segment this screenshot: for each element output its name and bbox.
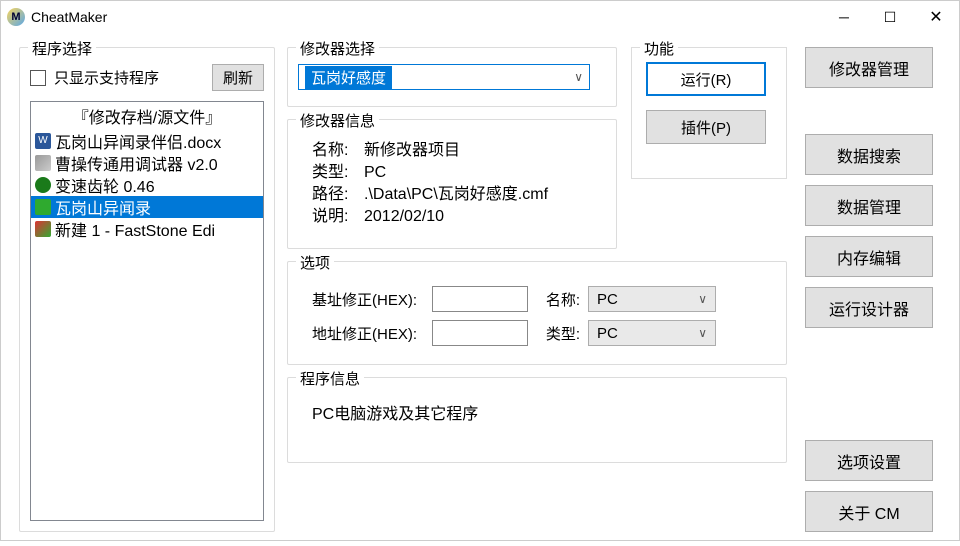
program-info-group: 程序信息 PC电脑游戏及其它程序	[287, 377, 787, 463]
type-dropdown-value: PC	[597, 325, 618, 342]
opt-type-label: 类型:	[536, 323, 580, 344]
data-search-button[interactable]: 数据搜索	[805, 134, 933, 175]
run-designer-button[interactable]: 运行设计器	[805, 287, 933, 328]
info-path-value: .\Data\PC\瓦岗好感度.cmf	[364, 184, 548, 206]
program-select-group: 程序选择 只显示支持程序 刷新 『修改存档/源文件』 W 瓦岗山异闻录伴侣.do…	[19, 47, 275, 532]
titlebar: M CheatMaker ─ ☐ ✕	[1, 1, 959, 33]
show-supported-checkbox[interactable]	[30, 70, 46, 86]
word-icon: W	[35, 133, 51, 149]
name-dropdown-value: PC	[597, 291, 618, 308]
list-item-label: 变速齿轮 0.46	[55, 174, 155, 196]
opt-name-label: 名称:	[536, 289, 580, 310]
maximize-button[interactable]: ☐	[867, 1, 913, 33]
show-supported-label: 只显示支持程序	[54, 67, 159, 88]
gear-icon	[35, 177, 51, 193]
addr-fix-label: 地址修正(HEX):	[298, 323, 424, 344]
close-button[interactable]: ✕	[913, 1, 959, 33]
list-item[interactable]: 变速齿轮 0.46	[31, 174, 263, 196]
list-header: 『修改存档/源文件』	[31, 102, 263, 130]
list-item-label: 瓦岗山异闻录	[55, 196, 151, 218]
option-settings-button[interactable]: 选项设置	[805, 440, 933, 481]
type-dropdown[interactable]: PC ∨	[588, 320, 716, 346]
options-group: 选项 基址修正(HEX): 名称: PC ∨ 地址修正(HEX): 类型: PC	[287, 261, 787, 365]
run-button[interactable]: 运行(R)	[646, 62, 766, 96]
info-path-label: 路径:	[312, 184, 364, 206]
app-window: M CheatMaker ─ ☐ ✕ 程序选择 只显示支持程序 刷新 『修改存档…	[0, 0, 960, 541]
base-fix-input[interactable]	[432, 286, 528, 312]
tools-icon	[35, 155, 51, 171]
modifier-info-group: 修改器信息 名称:新修改器项目 类型:PC 路径:.\Data\PC\瓦岗好感度…	[287, 119, 617, 249]
info-desc-label: 说明:	[312, 206, 364, 228]
modifier-manager-button[interactable]: 修改器管理	[805, 47, 933, 88]
modifier-combo-value: 瓦岗好感度	[305, 66, 392, 89]
data-manage-button[interactable]: 数据管理	[805, 185, 933, 226]
functions-legend: 功能	[640, 38, 678, 59]
faststone-icon	[35, 221, 51, 237]
list-item-label: 曹操传通用调试器 v2.0	[55, 152, 218, 174]
chevron-down-icon: ∨	[698, 292, 707, 306]
list-item[interactable]: 曹操传通用调试器 v2.0	[31, 152, 263, 174]
memory-edit-button[interactable]: 内存编辑	[805, 236, 933, 277]
program-info-text: PC电脑游戏及其它程序	[298, 394, 776, 424]
info-desc-value: 2012/02/10	[364, 206, 444, 228]
about-button[interactable]: 关于 CM	[805, 491, 933, 532]
modifier-select-legend: 修改器选择	[296, 38, 379, 59]
info-name-value: 新修改器项目	[364, 140, 460, 162]
program-select-legend: 程序选择	[28, 38, 96, 59]
program-info-legend: 程序信息	[296, 368, 364, 389]
info-type-value: PC	[364, 162, 386, 184]
info-type-label: 类型:	[312, 162, 364, 184]
refresh-button[interactable]: 刷新	[212, 64, 264, 91]
chevron-down-icon: ∨	[574, 70, 583, 84]
addr-fix-input[interactable]	[432, 320, 528, 346]
functions-group: 功能 运行(R) 插件(P)	[631, 47, 787, 179]
app-icon	[35, 199, 51, 215]
modifier-info-legend: 修改器信息	[296, 110, 379, 131]
info-name-label: 名称:	[312, 140, 364, 162]
modifier-select-group: 修改器选择 瓦岗好感度 ∨	[287, 47, 617, 107]
list-item-label: 瓦岗山异闻录伴侣.docx	[55, 130, 221, 152]
base-fix-label: 基址修正(HEX):	[298, 289, 424, 310]
plugin-button[interactable]: 插件(P)	[646, 110, 766, 144]
program-list[interactable]: 『修改存档/源文件』 W 瓦岗山异闻录伴侣.docx 曹操传通用调试器 v2.0…	[30, 101, 264, 521]
name-dropdown[interactable]: PC ∨	[588, 286, 716, 312]
app-icon: M	[7, 8, 25, 26]
list-item[interactable]: 新建 1 - FastStone Edi	[31, 218, 263, 240]
modifier-combo[interactable]: 瓦岗好感度 ∨	[298, 64, 590, 90]
list-item-label: 新建 1 - FastStone Edi	[55, 218, 215, 240]
client-area: 程序选择 只显示支持程序 刷新 『修改存档/源文件』 W 瓦岗山异闻录伴侣.do…	[1, 33, 959, 546]
list-item[interactable]: 瓦岗山异闻录	[31, 196, 263, 218]
list-item[interactable]: W 瓦岗山异闻录伴侣.docx	[31, 130, 263, 152]
options-legend: 选项	[296, 252, 334, 273]
chevron-down-icon: ∨	[698, 326, 707, 340]
window-title: CheatMaker	[31, 9, 107, 25]
minimize-button[interactable]: ─	[821, 1, 867, 33]
